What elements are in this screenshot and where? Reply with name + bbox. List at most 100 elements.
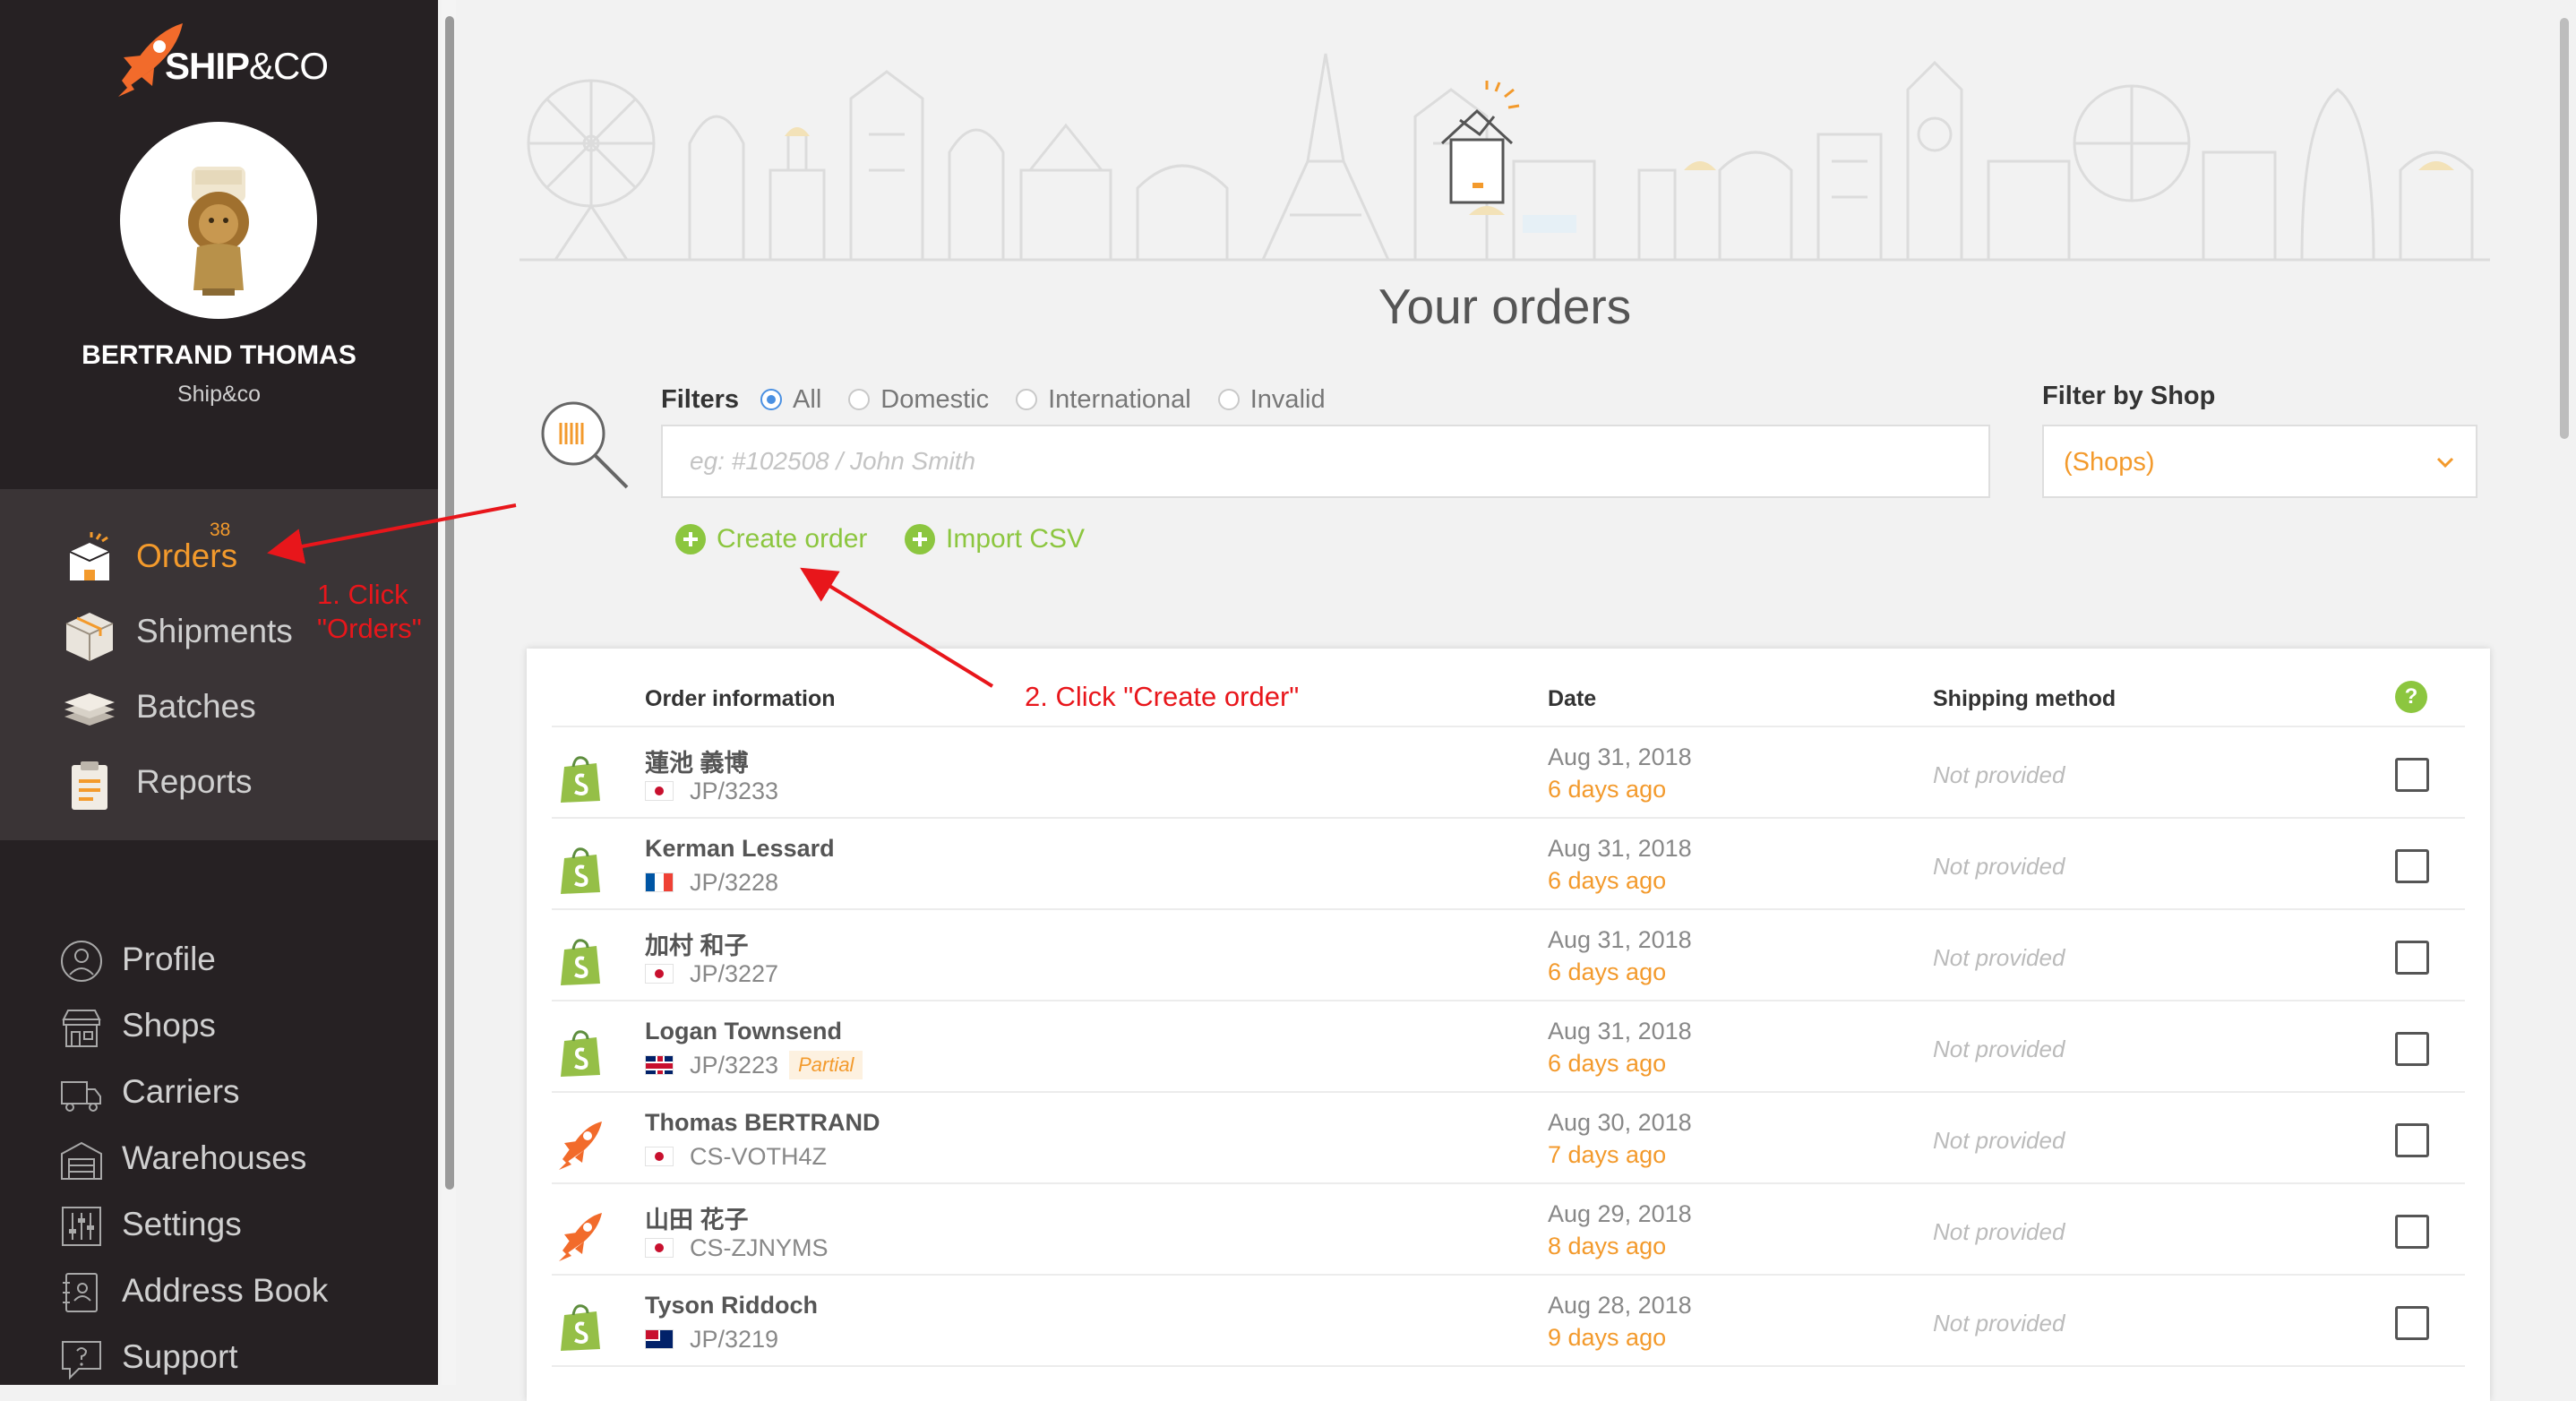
- order-relative-date: 6 days ago: [1548, 958, 1667, 985]
- filter-radio-invalid[interactable]: Invalid: [1217, 385, 1326, 415]
- table-row[interactable]: 山田 花子 CS-ZJNYMS Aug 29, 2018 8 days ago Not …: [527, 1184, 2490, 1276]
- filter-radio-all[interactable]: All: [760, 385, 821, 415]
- table-row[interactable]: Thomas BERTRAND CS-VOTH4Z Aug 30, 2018 7 da…: [527, 1093, 2490, 1184]
- nav-label-warehouses: Warehouses: [122, 1139, 307, 1176]
- order-meta: JP/3227: [645, 958, 778, 989]
- filter-radio-international[interactable]: International: [1016, 385, 1191, 415]
- nav-item-carriers[interactable]: Carriers: [0, 1066, 438, 1120]
- row-checkbox[interactable]: [2395, 1306, 2429, 1340]
- shopify-bag-icon: [561, 847, 600, 894]
- table-row[interactable]: Logan Townsend JP/3223 Partial Aug 31, 2018…: [527, 1001, 2490, 1093]
- nav-label-reports: Reports: [136, 763, 253, 800]
- row-checkbox[interactable]: [2395, 1123, 2429, 1157]
- order-relative-date: 9 days ago: [1548, 1324, 1667, 1351]
- chevron-down-icon: [2436, 457, 2454, 468]
- order-meta: CS-VOTH4Z: [645, 1141, 827, 1172]
- help-icon[interactable]: ?: [2395, 681, 2427, 713]
- nav-label-profile: Profile: [122, 941, 216, 977]
- create-order-button[interactable]: Create order: [675, 521, 867, 557]
- order-id: CS-VOTH4Z: [690, 1142, 828, 1170]
- order-id: JP/3233: [690, 777, 779, 804]
- radio-unselected-icon[interactable]: [1016, 389, 1038, 410]
- shipments-package-icon: [65, 613, 114, 661]
- radio-unselected-icon[interactable]: [1217, 389, 1240, 410]
- shopify-bag-icon: [561, 756, 600, 803]
- nav-item-batches[interactable]: Batches: [0, 672, 438, 743]
- filter-by-shop-label: Filter by Shop: [2042, 382, 2216, 410]
- avatar-lion-image: [188, 167, 249, 296]
- flag-jp-icon: [645, 781, 674, 801]
- logo-text: SHIP&CO: [165, 45, 329, 88]
- city-skyline-illustration: [519, 53, 2490, 262]
- order-search-input[interactable]: [661, 425, 1990, 498]
- order-customer-name[interactable]: Kerman Lessard: [645, 835, 835, 863]
- shop-filter-select[interactable]: (Shops): [2042, 425, 2477, 498]
- header-date: Date: [1548, 686, 1597, 711]
- table-row[interactable]: Kerman Lessard JP/3228 Aug 31, 2018 6 days …: [527, 819, 2490, 910]
- shipping-method: Not provided: [1933, 944, 2065, 971]
- shipping-method: Not provided: [1933, 1127, 2065, 1154]
- import-csv-button[interactable]: Import CSV: [905, 521, 1085, 557]
- order-id: JP/3219: [690, 1325, 779, 1353]
- row-checkbox[interactable]: [2395, 1032, 2429, 1066]
- radio-unselected-icon[interactable]: [848, 389, 871, 410]
- shipandco-rocket-icon: [559, 1122, 602, 1170]
- shipping-method: Not provided: [1933, 853, 2065, 880]
- row-checkbox[interactable]: [2395, 758, 2429, 792]
- filter-radio-domestic[interactable]: Domestic: [848, 385, 989, 415]
- nav-label-carriers: Carriers: [122, 1073, 240, 1110]
- main-scrollbar-thumb[interactable]: [2560, 18, 2569, 439]
- order-customer-name[interactable]: Tyson Riddoch: [645, 1292, 818, 1319]
- user-company: Ship&co: [176, 382, 262, 407]
- order-meta: JP/3219: [645, 1324, 778, 1354]
- support-question-icon: [62, 1341, 101, 1380]
- order-id: JP/3227: [690, 959, 779, 987]
- order-meta: JP/3233: [645, 776, 778, 806]
- table-row[interactable]: 蓮池 義博 JP/3233 Aug 31, 2018 6 days ago Not pr…: [527, 727, 2490, 819]
- annotation-step1-line2: "Orders": [317, 613, 422, 644]
- nav-item-settings[interactable]: Settings: [0, 1199, 438, 1252]
- nav-item-support[interactable]: Support: [0, 1331, 438, 1385]
- order-id: JP/3223: [690, 1051, 779, 1079]
- nav-item-address-book[interactable]: Address Book: [0, 1265, 438, 1319]
- row-checkbox[interactable]: [2395, 1215, 2429, 1249]
- nav-label-address-book: Address Book: [122, 1272, 329, 1309]
- plus-circle-icon: [905, 524, 935, 554]
- nav-item-profile[interactable]: Profile: [0, 933, 438, 987]
- shipping-method: Not provided: [1933, 1218, 2065, 1245]
- nav-label-shops: Shops: [122, 1007, 216, 1044]
- nav-item-warehouses[interactable]: Warehouses: [0, 1132, 438, 1186]
- order-customer-name[interactable]: 蓮池 義博: [645, 743, 749, 778]
- order-meta: JP/3228: [645, 867, 778, 898]
- order-relative-date: 6 days ago: [1548, 776, 1667, 803]
- user-name: BERTRAND THOMAS: [82, 340, 356, 370]
- reports-clipboard-icon: [72, 761, 107, 810]
- order-customer-name[interactable]: Logan Townsend: [645, 1018, 842, 1045]
- warehouses-building-icon: [61, 1141, 102, 1180]
- orders-table: Order information Date Shipping method ?…: [527, 649, 2490, 1401]
- shopify-bag-icon: [561, 1304, 600, 1351]
- table-row[interactable]: 加村 和子 JP/3227 Aug 31, 2018 6 days ago Not pr…: [527, 910, 2490, 1001]
- order-customer-name[interactable]: Thomas BERTRAND: [645, 1109, 880, 1137]
- nav-label-settings: Settings: [122, 1206, 242, 1242]
- avatar[interactable]: [120, 122, 317, 319]
- nav-item-reports[interactable]: Reports: [0, 747, 438, 819]
- filters-label: Filters: [661, 384, 740, 414]
- filters-row: Filters All Domestic International Inval…: [661, 382, 1352, 417]
- radio-selected-icon[interactable]: [760, 389, 783, 410]
- sidebar-scrollbar-thumb[interactable]: [445, 16, 454, 1190]
- flag-au-icon: [645, 1329, 674, 1349]
- order-date: Aug 29, 2018: [1548, 1200, 1692, 1227]
- barcode-search-icon: [541, 401, 629, 489]
- order-customer-name[interactable]: 加村 和子: [645, 926, 749, 961]
- header-order-information: Order information: [645, 686, 836, 711]
- table-row[interactable]: Tyson Riddoch JP/3219 Aug 28, 2018 9 days a…: [527, 1276, 2490, 1367]
- logo-main: SHIP: [165, 45, 250, 87]
- row-checkbox[interactable]: [2395, 849, 2429, 883]
- batches-stack-icon: [64, 693, 115, 726]
- nav-item-shops[interactable]: Shops: [0, 1000, 438, 1053]
- row-checkbox[interactable]: [2395, 941, 2429, 975]
- order-customer-name[interactable]: 山田 花子: [645, 1200, 749, 1235]
- shipping-method: Not provided: [1933, 761, 2065, 788]
- shipandco-logo[interactable]: SHIP&CO: [115, 18, 330, 99]
